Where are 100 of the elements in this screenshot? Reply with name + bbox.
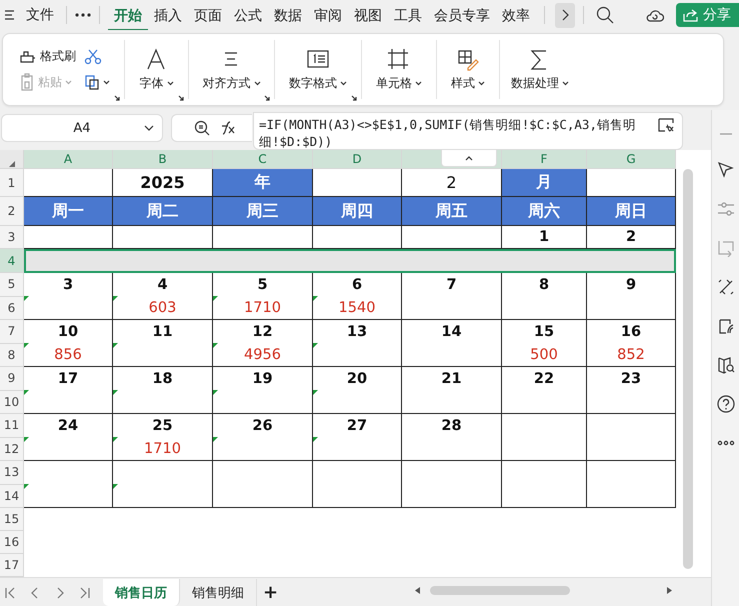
sheet-tab[interactable]: 销售日历 [103,579,180,606]
date-label: 18 [152,370,173,386]
help-icon[interactable] [716,395,735,413]
column-header[interactable]: F [502,150,587,169]
vertical-scrollbar[interactable] [683,169,693,569]
launcher-icon[interactable] [264,95,270,101]
cell-icon[interactable] [387,48,411,70]
first-sheet-icon[interactable] [4,587,16,599]
amount-label: 603 [148,300,176,316]
launcher-icon[interactable] [351,95,357,101]
date-label: 12 [252,324,273,340]
row-header[interactable]: 13 [0,461,24,484]
date-label: 6 [352,276,362,292]
date-label: 21 [441,370,462,386]
scissors-icon[interactable] [84,48,102,64]
date-label: 19 [252,370,273,386]
ribbon-tab[interactable]: 页面 [188,2,228,30]
date-label: 9 [626,276,636,292]
row-header[interactable]: 2 [0,197,24,226]
scroll-left-icon[interactable] [415,587,420,594]
group-menu-button[interactable]: 单元格 [376,74,422,92]
name-box[interactable]: A4 [1,114,163,142]
menu-icon[interactable] [4,9,16,21]
group-menu-button[interactable]: 样式 [451,74,485,92]
column-header[interactable]: A [24,150,113,169]
date-label: 22 [534,370,554,386]
ribbon-tab[interactable]: 公式 [228,2,268,30]
ribbon-tab[interactable]: 审阅 [308,2,348,30]
format-painter-button[interactable]: 格式刷 [19,48,76,65]
formula-editor-icon[interactable] [658,118,674,132]
ribbon-tab[interactable]: 效率 [496,2,536,30]
launcher-icon[interactable] [178,95,184,101]
function-icon[interactable] [220,121,236,135]
zoom-icon[interactable] [194,120,210,136]
style-icon[interactable] [456,48,480,70]
horizontal-scrollbar[interactable] [430,586,570,595]
group-menu-button[interactable]: 对齐方式 [202,74,260,92]
row-header[interactable]: 9 [0,367,24,390]
brush-icon [19,48,37,64]
row-header[interactable]: 7 [0,320,24,344]
tools-icon[interactable] [716,278,735,296]
scroll-right-icon[interactable] [667,587,672,594]
row-header[interactable]: 3 [0,226,24,249]
date-label: 16 [620,324,642,340]
more-icon[interactable] [75,13,91,17]
sheet-tab[interactable]: 销售明细 [180,579,257,606]
row-header[interactable]: 8 [0,344,24,367]
column-header[interactable]: D [313,150,402,169]
amount-label: 500 [530,346,558,362]
row-header[interactable]: 16 [0,531,24,554]
date-label: 27 [346,418,368,434]
ribbon-tab[interactable]: 工具 [388,2,428,30]
table-cell: 周日 [587,197,676,226]
ribbon-tab[interactable]: 插入 [148,2,188,30]
ribbon-tab[interactable]: 数据 [268,2,308,30]
formula-field[interactable]: =IF(MONTH(A3)<>$E$1,0,SUMIF(销售明细!$C:$C,A3,销售明细!$D:$D)) [253,112,683,150]
book-search-icon[interactable] [716,356,735,374]
date-label: 20 [346,370,368,386]
group-menu-button[interactable]: 数据处理 [511,74,569,92]
row-header[interactable]: 6 [0,296,24,320]
group-menu-button[interactable]: 字体 [140,74,174,92]
date-label: 17 [58,370,78,386]
last-sheet-icon[interactable] [79,587,91,599]
ribbon-tab[interactable]: 会员专享 [428,2,496,30]
cloud-sync-icon[interactable] [646,8,664,22]
search-icon[interactable] [596,6,614,24]
row-header[interactable]: 5 [0,273,24,296]
row-header[interactable]: 12 [0,438,24,461]
column-header[interactable]: B [113,150,213,169]
chevron-button[interactable] [555,2,575,28]
caret-icon [65,80,72,84]
row-header[interactable]: 1 [0,169,24,197]
amount-label: 4956 [244,346,281,362]
copy-icon [84,74,100,90]
ribbon-tab[interactable]: 视图 [348,2,388,30]
row-header[interactable]: 4 [0,249,24,273]
launcher-icon[interactable] [114,95,120,101]
sliders-icon[interactable] [716,200,735,218]
row-header[interactable]: 11 [0,414,24,438]
group-menu-button[interactable]: 数字格式 [289,74,347,92]
column-header[interactable]: G [587,150,676,169]
share-button[interactable]: 分享 [676,3,739,27]
amount-label: 1710 [244,300,281,316]
cursor-icon[interactable] [716,161,735,179]
caret-icon [415,80,422,86]
row-header[interactable]: 10 [0,390,24,414]
row-header[interactable]: 14 [0,484,24,508]
date-label: 28 [441,418,462,434]
date-label: 5 [257,276,268,292]
column-header[interactable]: C [213,150,313,169]
date-label: 25 [152,418,173,434]
row-header[interactable]: 15 [0,508,24,531]
number-icon[interactable] [306,48,330,70]
amount-label: 856 [54,346,82,362]
menu-item[interactable]: 文件 [22,6,58,24]
date-label: 8 [538,276,550,292]
row-header[interactable]: 17 [0,554,24,577]
date-label: 14 [441,324,462,340]
copy-button[interactable] [84,74,110,90]
add-sheet-button[interactable]: + [257,579,284,606]
